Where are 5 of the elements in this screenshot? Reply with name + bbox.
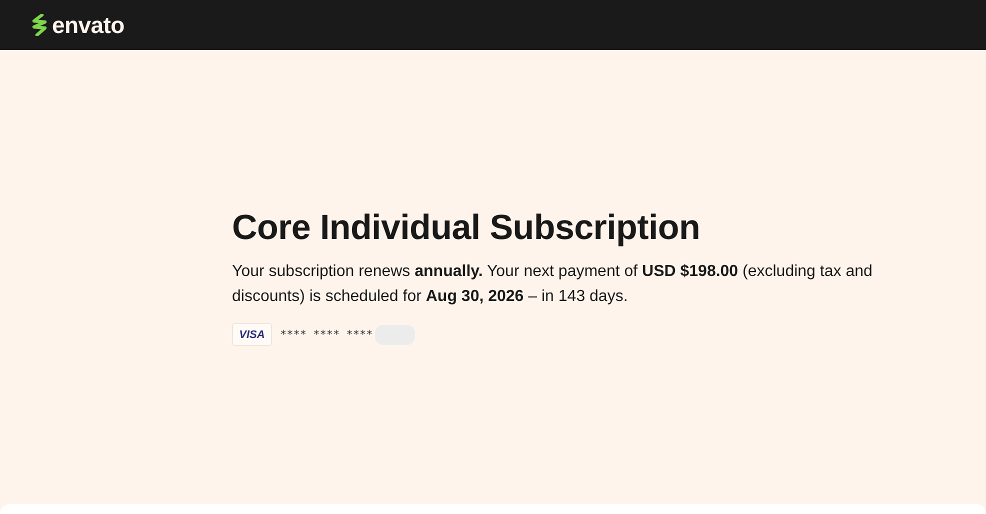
- card-brand-logo: VISA: [232, 323, 272, 346]
- subscription-title: Core Individual Subscription: [232, 207, 702, 249]
- renewal-description: Your subscription renews annually. Your next payment of USD $198.00 (excluding tax and discounts) is scheduled for Aug 30, 2026 – in 143 days.: [232, 262, 874, 307]
- card-number: **** **** ****: [280, 328, 373, 341]
- logo[interactable]: envato: [52, 12, 124, 38]
